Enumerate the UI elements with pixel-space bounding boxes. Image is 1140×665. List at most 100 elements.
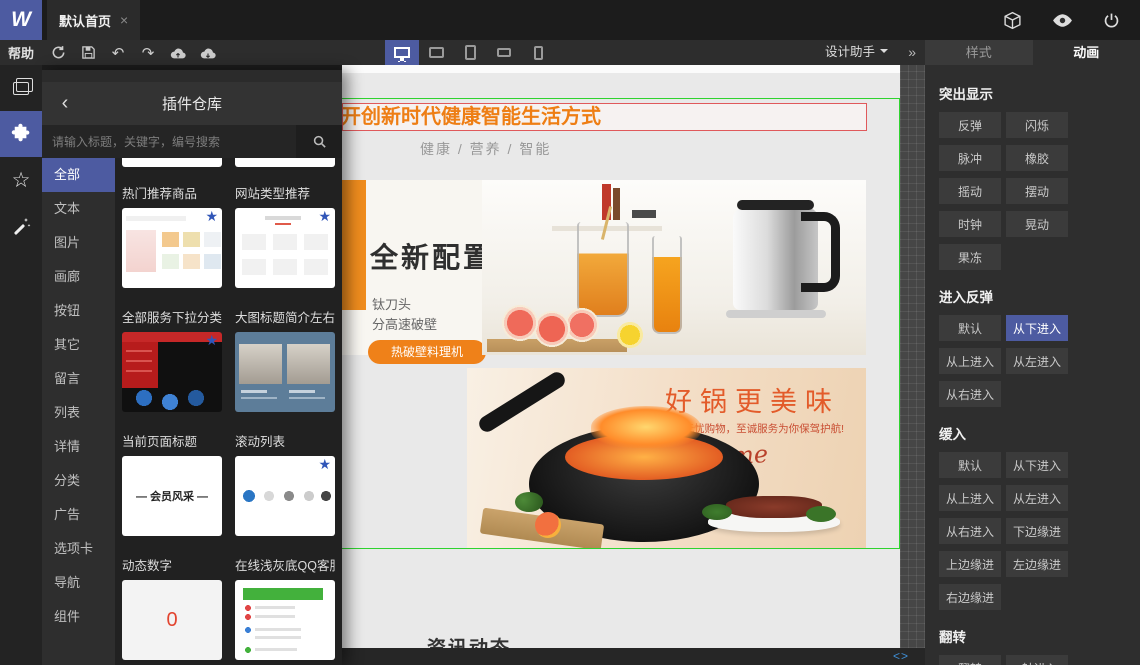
anim-option-button[interactable]: 左边缘进 [1006, 551, 1068, 577]
plugin-card-label: 全部服务下拉分类带... [122, 311, 222, 325]
plugin-category-item[interactable]: 留言 [42, 362, 115, 396]
anim-option-button[interactable]: 默认 [939, 452, 1001, 478]
collapse-panel-button[interactable]: » [908, 40, 916, 65]
plugin-card[interactable]: 热门推荐商品 ★ [122, 177, 222, 288]
anim-option-button[interactable]: 翻转 [939, 655, 1001, 665]
plugin-category-item[interactable]: 文本 [42, 192, 115, 226]
anim-option-button-selected[interactable]: 从下进入 [1006, 315, 1068, 341]
power-icon[interactable] [1103, 12, 1120, 29]
anim-option-button[interactable]: 摇动 [939, 178, 1001, 204]
product-cta-button[interactable]: 热破壁料理机 [368, 340, 486, 364]
plugin-category-item[interactable]: 按钮 [42, 294, 115, 328]
plugin-card[interactable]: 大图标题简介左右切... [235, 301, 335, 412]
plugin-category-item[interactable]: 图片 [42, 226, 115, 260]
design-assistant-button[interactable]: 设计助手 [825, 40, 888, 65]
sidebar-item-favorites[interactable]: ☆ [0, 157, 42, 203]
save-icon[interactable] [80, 45, 96, 61]
plugin-category-item[interactable]: 其它 [42, 328, 115, 362]
plugin-card[interactable]: 滚动列表 ★ [235, 425, 335, 536]
help-button[interactable]: 帮助 [8, 43, 34, 62]
plugin-card-thumbnail: ★ [122, 332, 222, 412]
tab-animation[interactable]: 动画 [1033, 40, 1140, 65]
plugin-card[interactable]: 全部服务下拉分类带... ★ [122, 301, 222, 412]
canvas-page-top [342, 65, 900, 73]
plugin-category-item[interactable]: 列表 [42, 396, 115, 430]
puzzle-icon [11, 123, 30, 142]
anim-option-button[interactable]: 从上进入 [939, 485, 1001, 511]
sidebar-item-plugins[interactable] [0, 111, 42, 157]
anim-option-button[interactable]: 摆动 [1006, 178, 1068, 204]
anim-option-button[interactable]: 果冻 [939, 244, 1001, 270]
plugin-category-item[interactable]: 导航 [42, 566, 115, 600]
plugin-card[interactable]: 网站类型推荐 ★ [235, 177, 335, 288]
page-tab[interactable]: 默认首页 × [47, 0, 141, 40]
product-title: 全新配置 [370, 242, 495, 273]
section-ease-in: 默认 从下进入 从上进入 从左进入 从右进入 下边缘进 上边缘进 左边缘进 右边… [939, 452, 1126, 610]
canvas[interactable]: 开创新时代健康智能生活方式 健康 / 营养 / 智能 全新配置 钛刀头 分高速破… [342, 65, 900, 648]
plugin-card-partial[interactable] [235, 158, 335, 167]
plugin-category-item[interactable]: 组件 [42, 600, 115, 634]
plugin-category-item[interactable]: 全部 [42, 158, 115, 192]
anim-option-button[interactable]: 右边缘进 [939, 584, 1001, 610]
anim-option-button[interactable]: 反弹 [939, 112, 1001, 138]
anim-option-button[interactable]: 从上进入 [939, 348, 1001, 374]
anim-option-button[interactable]: 默认 [939, 315, 1001, 341]
plugin-card[interactable]: 在线浅灰底QQ客服 [235, 549, 335, 660]
plugin-card-label: 大图标题简介左右切... [235, 311, 335, 325]
anim-option-button[interactable]: x轴进入 [1006, 655, 1068, 665]
anim-option-button[interactable]: 脉冲 [939, 145, 1001, 171]
news-section-heading: 资讯动态 [427, 633, 511, 648]
code-view-icon[interactable]: <> [893, 649, 909, 663]
refresh-icon[interactable] [50, 45, 66, 61]
plugin-category-item[interactable]: 广告 [42, 498, 115, 532]
product-section[interactable]: 全新配置 钛刀头 分高速破壁 热破壁料理机 [342, 180, 866, 364]
anim-option-button[interactable]: 闪烁 [1006, 112, 1068, 138]
canvas-subtitle[interactable]: 健康 / 营养 / 智能 [420, 139, 551, 159]
device-phone-landscape-button[interactable] [487, 40, 521, 65]
anim-option-button[interactable]: 从下进入 [1006, 452, 1068, 478]
search-button[interactable] [296, 125, 342, 158]
tab-close-icon[interactable]: × [120, 12, 128, 28]
cloud-download-icon[interactable] [200, 45, 216, 61]
plugin-card[interactable]: 动态数字 0 [122, 549, 222, 660]
sidebar-item-wizard[interactable] [0, 203, 42, 249]
anim-option-button[interactable]: 从左进入 [1006, 485, 1068, 511]
sidebar-item-pages[interactable] [0, 65, 42, 111]
redo-icon[interactable]: ↷ [140, 45, 156, 61]
device-tablet-portrait-button[interactable] [453, 40, 487, 65]
anim-option-button[interactable]: 橡胶 [1006, 145, 1068, 171]
undo-icon[interactable]: ↶ [110, 45, 126, 61]
plugin-card-label: 动态数字 [122, 559, 173, 573]
plugin-card[interactable]: 当前页面标题 — 会员风采 — [122, 425, 222, 536]
device-phone-portrait-button[interactable] [521, 40, 555, 65]
components-cube-icon[interactable] [1003, 11, 1022, 30]
device-desktop-button[interactable] [385, 40, 419, 65]
back-chevron-icon[interactable]: ‹ [42, 92, 88, 115]
device-tablet-landscape-button[interactable] [419, 40, 453, 65]
plugin-card-partial[interactable] [122, 158, 222, 167]
plugin-category-item[interactable]: 画廊 [42, 260, 115, 294]
selected-headline-element[interactable]: 开创新时代健康智能生活方式 [342, 103, 867, 131]
anim-option-button[interactable]: 时钟 [939, 211, 1001, 237]
plugin-category-list: 全部 文本 图片 画廊 按钮 其它 留言 列表 详情 分类 广告 选项卡 导航 … [42, 158, 115, 665]
plugin-category-item[interactable]: 分类 [42, 464, 115, 498]
anim-option-button[interactable]: 从右进入 [939, 518, 1001, 544]
plugin-category-item[interactable]: 详情 [42, 430, 115, 464]
plugin-category-item[interactable]: 选项卡 [42, 532, 115, 566]
wok-banner[interactable]: 好锅更美味 无忧购物，至诚服务为你保驾护航! Warm Home [467, 368, 866, 548]
anim-option-button[interactable]: 下边缘进 [1006, 518, 1068, 544]
plugin-card-thumbnail: — 会员风采 — [122, 456, 222, 536]
plugin-card-label: 在线浅灰底QQ客服 [235, 559, 335, 573]
preview-eye-icon[interactable] [1052, 13, 1073, 27]
broccoli-graphic [515, 492, 543, 512]
design-assistant-label: 设计助手 [824, 45, 875, 59]
cloud-upload-icon[interactable] [170, 45, 186, 61]
anim-option-button[interactable]: 从左进入 [1006, 348, 1068, 374]
tab-style[interactable]: 样式 [925, 40, 1033, 65]
canvas-scrollbar[interactable] [900, 65, 925, 648]
plugin-search-input[interactable] [42, 125, 296, 158]
star-icon: ☆ [11, 167, 31, 192]
anim-option-button[interactable]: 晃动 [1006, 211, 1068, 237]
anim-option-button[interactable]: 从右进入 [939, 381, 1001, 407]
anim-option-button[interactable]: 上边缘进 [939, 551, 1001, 577]
